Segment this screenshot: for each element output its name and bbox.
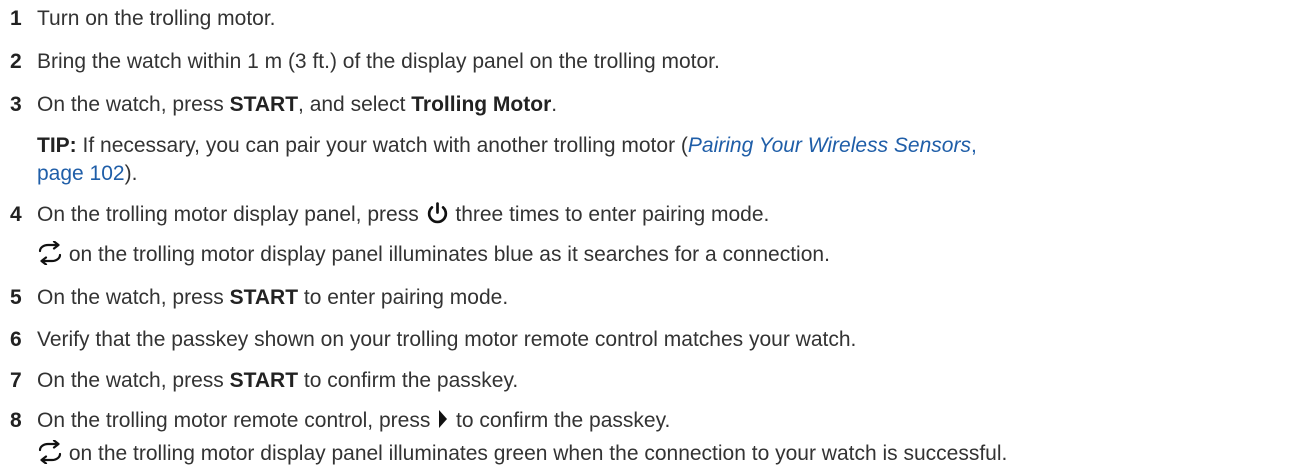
note-text: on the trolling motor display panel illu…	[63, 442, 1008, 465]
step-text: Verify that the passkey shown on your tr…	[37, 328, 857, 351]
link-separator: ,	[970, 134, 977, 157]
start-key-label: START	[229, 93, 299, 116]
tip-text: If necessary, you can pair your watch wi…	[76, 134, 688, 157]
sync-icon	[37, 440, 63, 465]
step-text-part: On the watch, press	[37, 369, 230, 392]
step-text-part: On the watch, press	[37, 286, 230, 309]
step-number: 5	[10, 286, 22, 309]
step-text-part: On the trolling motor remote control, pr…	[37, 409, 437, 432]
step-number: 4	[10, 203, 22, 226]
start-key-label: START	[229, 286, 299, 309]
tip-label: TIP:	[37, 134, 77, 157]
step-text: Turn on the trolling motor.	[37, 7, 276, 30]
note-text: on the trolling motor display panel illu…	[63, 243, 830, 266]
step-text: On the watch, press START to enter pairi…	[37, 285, 508, 311]
step-text-part: , and select	[298, 93, 412, 116]
step-text-part: to confirm the passkey.	[298, 369, 519, 392]
step-text-part: to confirm the passkey.	[450, 409, 671, 432]
step-text: On the trolling motor remote control, pr…	[37, 408, 670, 434]
step-text: On the trolling motor display panel, pre…	[37, 202, 769, 228]
sync-icon	[37, 241, 63, 266]
step-text: On the watch, press START, and select Tr…	[37, 92, 557, 118]
power-icon	[425, 201, 450, 226]
cross-reference-link[interactable]: Pairing Your Wireless Sensors	[688, 134, 971, 157]
page-reference-link[interactable]: page 102	[37, 162, 125, 185]
step-text-part: to enter pairing mode.	[298, 286, 509, 309]
step-number: 1	[10, 7, 22, 30]
step-text: On the watch, press START to confirm the…	[37, 368, 518, 394]
right-arrow-icon	[436, 408, 450, 430]
step-number: 3	[10, 93, 22, 116]
step-text-part: On the watch, press	[37, 93, 230, 116]
step-text-part: three times to enter pairing mode.	[449, 203, 770, 226]
step-text-part: .	[551, 93, 558, 116]
step-text-part: On the trolling motor display panel, pre…	[37, 203, 425, 226]
step-number: 8	[10, 409, 22, 432]
tip-close: ).	[124, 162, 138, 185]
pairing-steps: 1 Turn on the trolling motor. 2 Bring th…	[0, 0, 1290, 467]
step-number: 2	[10, 50, 22, 73]
menu-item-label: Trolling Motor	[411, 93, 552, 116]
start-key-label: START	[229, 369, 299, 392]
step-text: Bring the watch within 1 m (3 ft.) of th…	[37, 50, 720, 73]
step-number: 6	[10, 328, 22, 351]
step-number: 7	[10, 369, 22, 392]
